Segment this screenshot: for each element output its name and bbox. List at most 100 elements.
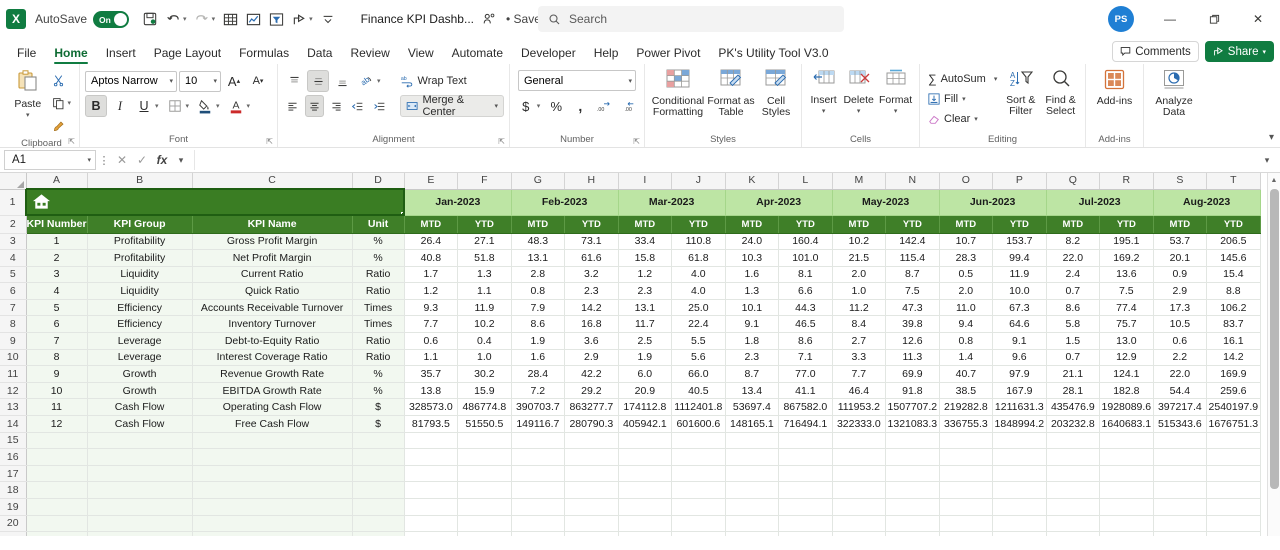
cell-value[interactable]: 219282.8	[939, 398, 994, 417]
cell-unit[interactable]: Ratio	[352, 332, 405, 350]
empty-cell[interactable]	[457, 465, 512, 483]
cell-value[interactable]: 11.9	[457, 299, 512, 317]
cell-value[interactable]: 195.1	[1099, 233, 1154, 251]
cell-value[interactable]: 397217.4	[1153, 398, 1208, 417]
cell-value[interactable]: 28.4	[511, 365, 566, 383]
decrease-decimal-button[interactable]: .00	[617, 95, 639, 117]
cell-value[interactable]: 4.0	[671, 282, 726, 300]
cell-value[interactable]: 2540197.9	[1206, 398, 1261, 417]
number-format-dropdown-icon[interactable]: ▾	[628, 77, 632, 85]
cell-value[interactable]: 20.9	[618, 382, 673, 400]
cell-value[interactable]: 66.0	[671, 365, 726, 383]
cell-value[interactable]: 1.0	[457, 349, 512, 367]
cell-value[interactable]: 1112401.8	[671, 398, 726, 417]
cell-value[interactable]: 11.3	[885, 349, 940, 367]
sort-filter-button[interactable]: AZ Sort & Filter	[1001, 67, 1040, 117]
insert-cells-button[interactable]: Insert ▾	[807, 67, 840, 117]
row-header-17[interactable]: 17	[0, 465, 27, 483]
cell-value[interactable]: 22.0	[1046, 249, 1101, 267]
cell-value[interactable]: 7.9	[511, 299, 566, 317]
cell-kpi-number[interactable]: 4	[26, 282, 88, 300]
cell-value[interactable]: 1211631.3	[992, 398, 1047, 417]
empty-cell[interactable]	[192, 465, 353, 483]
cell-value[interactable]: 44.3	[778, 299, 833, 317]
vertical-scrollbar[interactable]: ▲	[1267, 173, 1280, 536]
cell-value[interactable]: 1.8	[725, 332, 780, 350]
cell-kpi-number[interactable]: 8	[26, 349, 88, 367]
empty-cell[interactable]	[564, 531, 619, 536]
cell-value[interactable]: 1640683.1	[1099, 415, 1154, 433]
cell-value[interactable]: 8.6	[778, 332, 833, 350]
empty-cell[interactable]	[618, 498, 673, 516]
empty-cell[interactable]	[992, 515, 1047, 533]
cell-value[interactable]: 6.6	[778, 282, 833, 300]
cell-kpi-name[interactable]: Operating Cash Flow	[192, 398, 353, 417]
empty-cell[interactable]	[992, 481, 1047, 499]
cell-unit[interactable]: Times	[352, 315, 405, 334]
cell-kpi-number[interactable]: 10	[26, 382, 88, 400]
cell-kpi-name[interactable]: Net Profit Margin	[192, 249, 353, 267]
empty-cell[interactable]	[1153, 498, 1208, 516]
name-box[interactable]: A1 ▾	[4, 150, 96, 170]
cell-value[interactable]: 0.9	[1153, 266, 1208, 284]
cell-value[interactable]: 8.2	[1046, 233, 1101, 251]
cell-value[interactable]: 15.8	[618, 249, 673, 267]
fill-color-button[interactable]	[194, 95, 216, 117]
column-header-P[interactable]: P	[992, 173, 1047, 190]
column-header-A[interactable]: A	[26, 173, 88, 190]
tab-home[interactable]: Home	[45, 46, 96, 64]
empty-cell[interactable]	[671, 481, 726, 499]
cell-value[interactable]: 54.4	[1153, 382, 1208, 400]
cell-value[interactable]: 2.9	[1153, 282, 1208, 300]
cell-value[interactable]: 75.7	[1099, 315, 1154, 334]
cell-value[interactable]: 9.1	[725, 315, 780, 334]
cell-value[interactable]: 99.4	[992, 249, 1047, 267]
cell-value[interactable]: 111953.2	[832, 398, 887, 417]
empty-cell[interactable]	[671, 498, 726, 516]
empty-cell[interactable]	[832, 531, 887, 536]
empty-cell[interactable]	[404, 432, 459, 450]
grow-font-button[interactable]: A ▴	[223, 70, 245, 92]
empty-cell[interactable]	[1046, 465, 1101, 483]
cell-kpi-name[interactable]: Revenue Growth Rate	[192, 365, 353, 383]
tab-page-layout[interactable]: Page Layout	[145, 46, 230, 64]
cell-value[interactable]: 30.2	[457, 365, 512, 383]
empty-cell[interactable]	[511, 531, 566, 536]
cell-value[interactable]: 0.7	[1046, 349, 1101, 367]
font-color-button[interactable]: A	[225, 95, 247, 117]
cell-value[interactable]: 11.2	[832, 299, 887, 317]
cell-value[interactable]: 1.1	[404, 349, 459, 367]
redo-icon[interactable]	[191, 8, 213, 30]
cell-value[interactable]: 3.3	[832, 349, 887, 367]
align-middle-button[interactable]	[307, 70, 329, 92]
undo-icon[interactable]	[162, 8, 184, 30]
month-header-Apr-2023[interactable]: Apr-2023	[725, 189, 833, 216]
column-header-Q[interactable]: Q	[1046, 173, 1101, 190]
empty-cell[interactable]	[511, 481, 566, 499]
sub-header-Aug-2023-YTD[interactable]: YTD	[1206, 215, 1261, 234]
cell-value[interactable]: 1.1	[457, 282, 512, 300]
cell-value[interactable]: 390703.7	[511, 398, 566, 417]
empty-cell[interactable]	[87, 448, 193, 466]
cell-kpi-number[interactable]: 9	[26, 365, 88, 383]
cancel-entry-icon[interactable]: ✕	[112, 153, 132, 167]
paste-button[interactable]: Paste ▾	[9, 67, 46, 121]
empty-cell[interactable]	[511, 465, 566, 483]
cell-value[interactable]: 435476.9	[1046, 398, 1101, 417]
empty-cell[interactable]	[1153, 465, 1208, 483]
empty-cell[interactable]	[87, 515, 193, 533]
sub-header-Mar-2023-MTD[interactable]: MTD	[618, 215, 673, 234]
row-header-7[interactable]: 7	[0, 299, 27, 317]
empty-cell[interactable]	[1206, 531, 1261, 536]
cell-unit[interactable]: $	[352, 415, 405, 433]
cell-value[interactable]: 16.8	[564, 315, 619, 334]
column-header-H[interactable]: H	[564, 173, 619, 190]
cell-value[interactable]: 9.3	[404, 299, 459, 317]
empty-cell[interactable]	[992, 498, 1047, 516]
month-header-Feb-2023[interactable]: Feb-2023	[511, 189, 619, 216]
cell-unit[interactable]: %	[352, 249, 405, 267]
empty-cell[interactable]	[511, 498, 566, 516]
cell-value[interactable]: 91.8	[885, 382, 940, 400]
month-header-Mar-2023[interactable]: Mar-2023	[618, 189, 726, 216]
cell-unit[interactable]: Times	[352, 299, 405, 317]
